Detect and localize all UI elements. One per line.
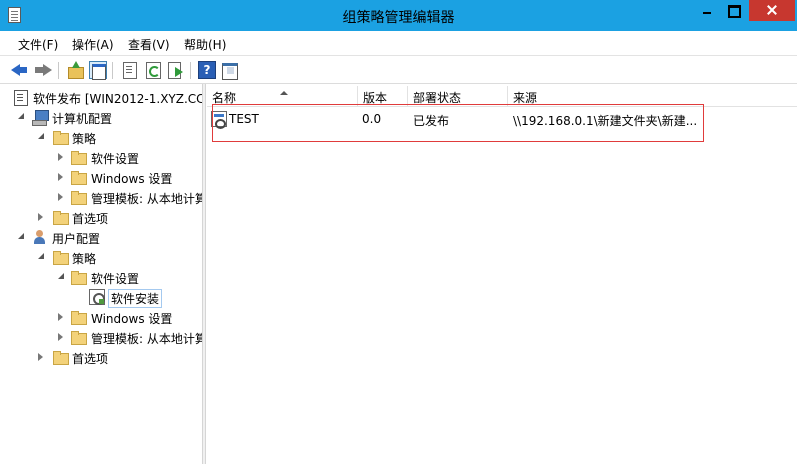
collapsed-arrow-icon[interactable] <box>58 313 66 321</box>
tree-label: 软件安装 <box>107 289 163 308</box>
toolbar-separator <box>190 62 191 79</box>
close-button[interactable] <box>749 0 795 21</box>
show-hide-action-pane-icon[interactable] <box>220 61 238 80</box>
collapsed-arrow-icon[interactable] <box>38 213 46 221</box>
tree-pane: 软件发布 [WIN2012-1.XYZ.CC 计算机配置 策略 软件设置 Win… <box>0 84 202 464</box>
tree-item-software-install[interactable]: 软件安装 <box>0 287 202 308</box>
collapsed-arrow-icon[interactable] <box>38 353 46 361</box>
window-title: 组策略管理编辑器 <box>342 10 455 26</box>
tree-label: 管理模板: 从本地计算 <box>91 332 202 346</box>
refresh-icon[interactable] <box>144 61 162 79</box>
expanded-arrow-icon[interactable] <box>18 233 26 241</box>
folder-icon <box>70 169 87 185</box>
computer-icon <box>32 109 49 126</box>
policy-document-icon <box>12 89 28 106</box>
tree-label: 策略 <box>72 132 97 146</box>
tree-label: 计算机配置 <box>52 112 113 126</box>
expanded-arrow-icon[interactable] <box>38 253 46 261</box>
tree-item-computer-preferences[interactable]: 首选项 <box>0 207 202 227</box>
tree-label: Windows 设置 <box>91 312 173 326</box>
folder-icon <box>70 189 87 205</box>
column-header-name[interactable]: 名称 <box>207 86 358 106</box>
sort-ascending-icon <box>280 91 288 95</box>
back-arrow-icon[interactable] <box>11 61 29 79</box>
tree-item-user-software-settings[interactable]: 软件设置 <box>0 267 202 287</box>
tree-item-user-config[interactable]: 用户配置 <box>0 227 202 247</box>
menu-action[interactable]: 操作(A) <box>72 36 114 53</box>
tree-label: 软件设置 <box>91 152 140 166</box>
tree-label: Windows 设置 <box>91 172 173 186</box>
collapsed-arrow-icon[interactable] <box>58 173 66 181</box>
minimize-button[interactable] <box>694 0 720 21</box>
tree-label: 管理模板: 从本地计算 <box>91 192 202 206</box>
up-folder-icon[interactable] <box>67 61 85 79</box>
tree-item-computer-software-settings[interactable]: 软件设置 <box>0 147 202 167</box>
tree-item-user-admin-templates[interactable]: 管理模板: 从本地计算 <box>0 327 202 347</box>
tree-item-user-preferences[interactable]: 首选项 <box>0 347 202 367</box>
tree-item-user-policies[interactable]: 策略 <box>0 247 202 267</box>
tree-item-computer-config[interactable]: 计算机配置 <box>0 107 202 127</box>
menu-help[interactable]: 帮助(H) <box>184 36 226 53</box>
folder-icon <box>52 129 69 145</box>
column-header-version[interactable]: 版本 <box>358 86 408 106</box>
expanded-arrow-icon[interactable] <box>58 273 66 281</box>
properties-icon[interactable] <box>120 61 138 79</box>
expanded-arrow-icon[interactable] <box>38 133 46 141</box>
help-icon[interactable]: ? <box>198 61 216 79</box>
folder-icon <box>52 249 69 265</box>
folder-icon <box>70 269 87 285</box>
folder-icon <box>70 309 87 325</box>
details-pane: 名称 版本 部署状态 来源 TEST 0.0 已发布 \\192.168.0.1… <box>207 84 797 464</box>
tree-item-root[interactable]: 软件发布 [WIN2012-1.XYZ.CC <box>0 87 202 107</box>
menu-file[interactable]: 文件(F) <box>18 36 58 53</box>
collapsed-arrow-icon[interactable] <box>58 193 66 201</box>
menu-bar: 文件(F) 操作(A) 查看(V) 帮助(H) <box>0 31 797 55</box>
tree-item-computer-policies[interactable]: 策略 <box>0 127 202 147</box>
tree-item-user-windows-settings[interactable]: Windows 设置 <box>0 307 202 327</box>
folder-icon <box>70 329 87 345</box>
folder-icon <box>52 349 69 365</box>
column-header-source[interactable]: 来源 <box>508 86 797 106</box>
forward-arrow-icon[interactable] <box>34 61 52 79</box>
collapsed-arrow-icon[interactable] <box>58 333 66 341</box>
folder-icon <box>70 149 87 165</box>
tree-item-computer-windows-settings[interactable]: Windows 设置 <box>0 167 202 187</box>
tree-label: 用户配置 <box>52 232 101 246</box>
tree-label: 软件发布 [WIN2012-1.XYZ.CC <box>33 92 202 106</box>
show-hide-tree-icon[interactable] <box>89 61 107 80</box>
toolbar-separator <box>112 62 113 79</box>
pane-splitter[interactable] <box>202 84 206 464</box>
user-icon <box>32 229 48 245</box>
tree-label: 首选项 <box>72 352 109 366</box>
export-list-icon[interactable] <box>166 61 184 79</box>
software-install-icon <box>89 289 105 305</box>
menu-view[interactable]: 查看(V) <box>128 36 170 53</box>
title-bar: 组策略管理编辑器 <box>0 0 797 31</box>
tree-label: 软件设置 <box>91 272 140 286</box>
tree-label: 策略 <box>72 252 97 266</box>
expanded-arrow-icon[interactable] <box>18 113 26 121</box>
toolbar-separator <box>58 62 59 79</box>
maximize-button[interactable] <box>720 0 746 21</box>
folder-icon <box>52 209 69 225</box>
column-header-deploy-state[interactable]: 部署状态 <box>408 86 508 106</box>
tree-label: 首选项 <box>72 212 109 226</box>
toolbar: ? <box>0 55 797 84</box>
collapsed-arrow-icon[interactable] <box>58 153 66 161</box>
tree-item-computer-admin-templates[interactable]: 管理模板: 从本地计算 <box>0 187 202 207</box>
highlight-box <box>212 104 704 142</box>
